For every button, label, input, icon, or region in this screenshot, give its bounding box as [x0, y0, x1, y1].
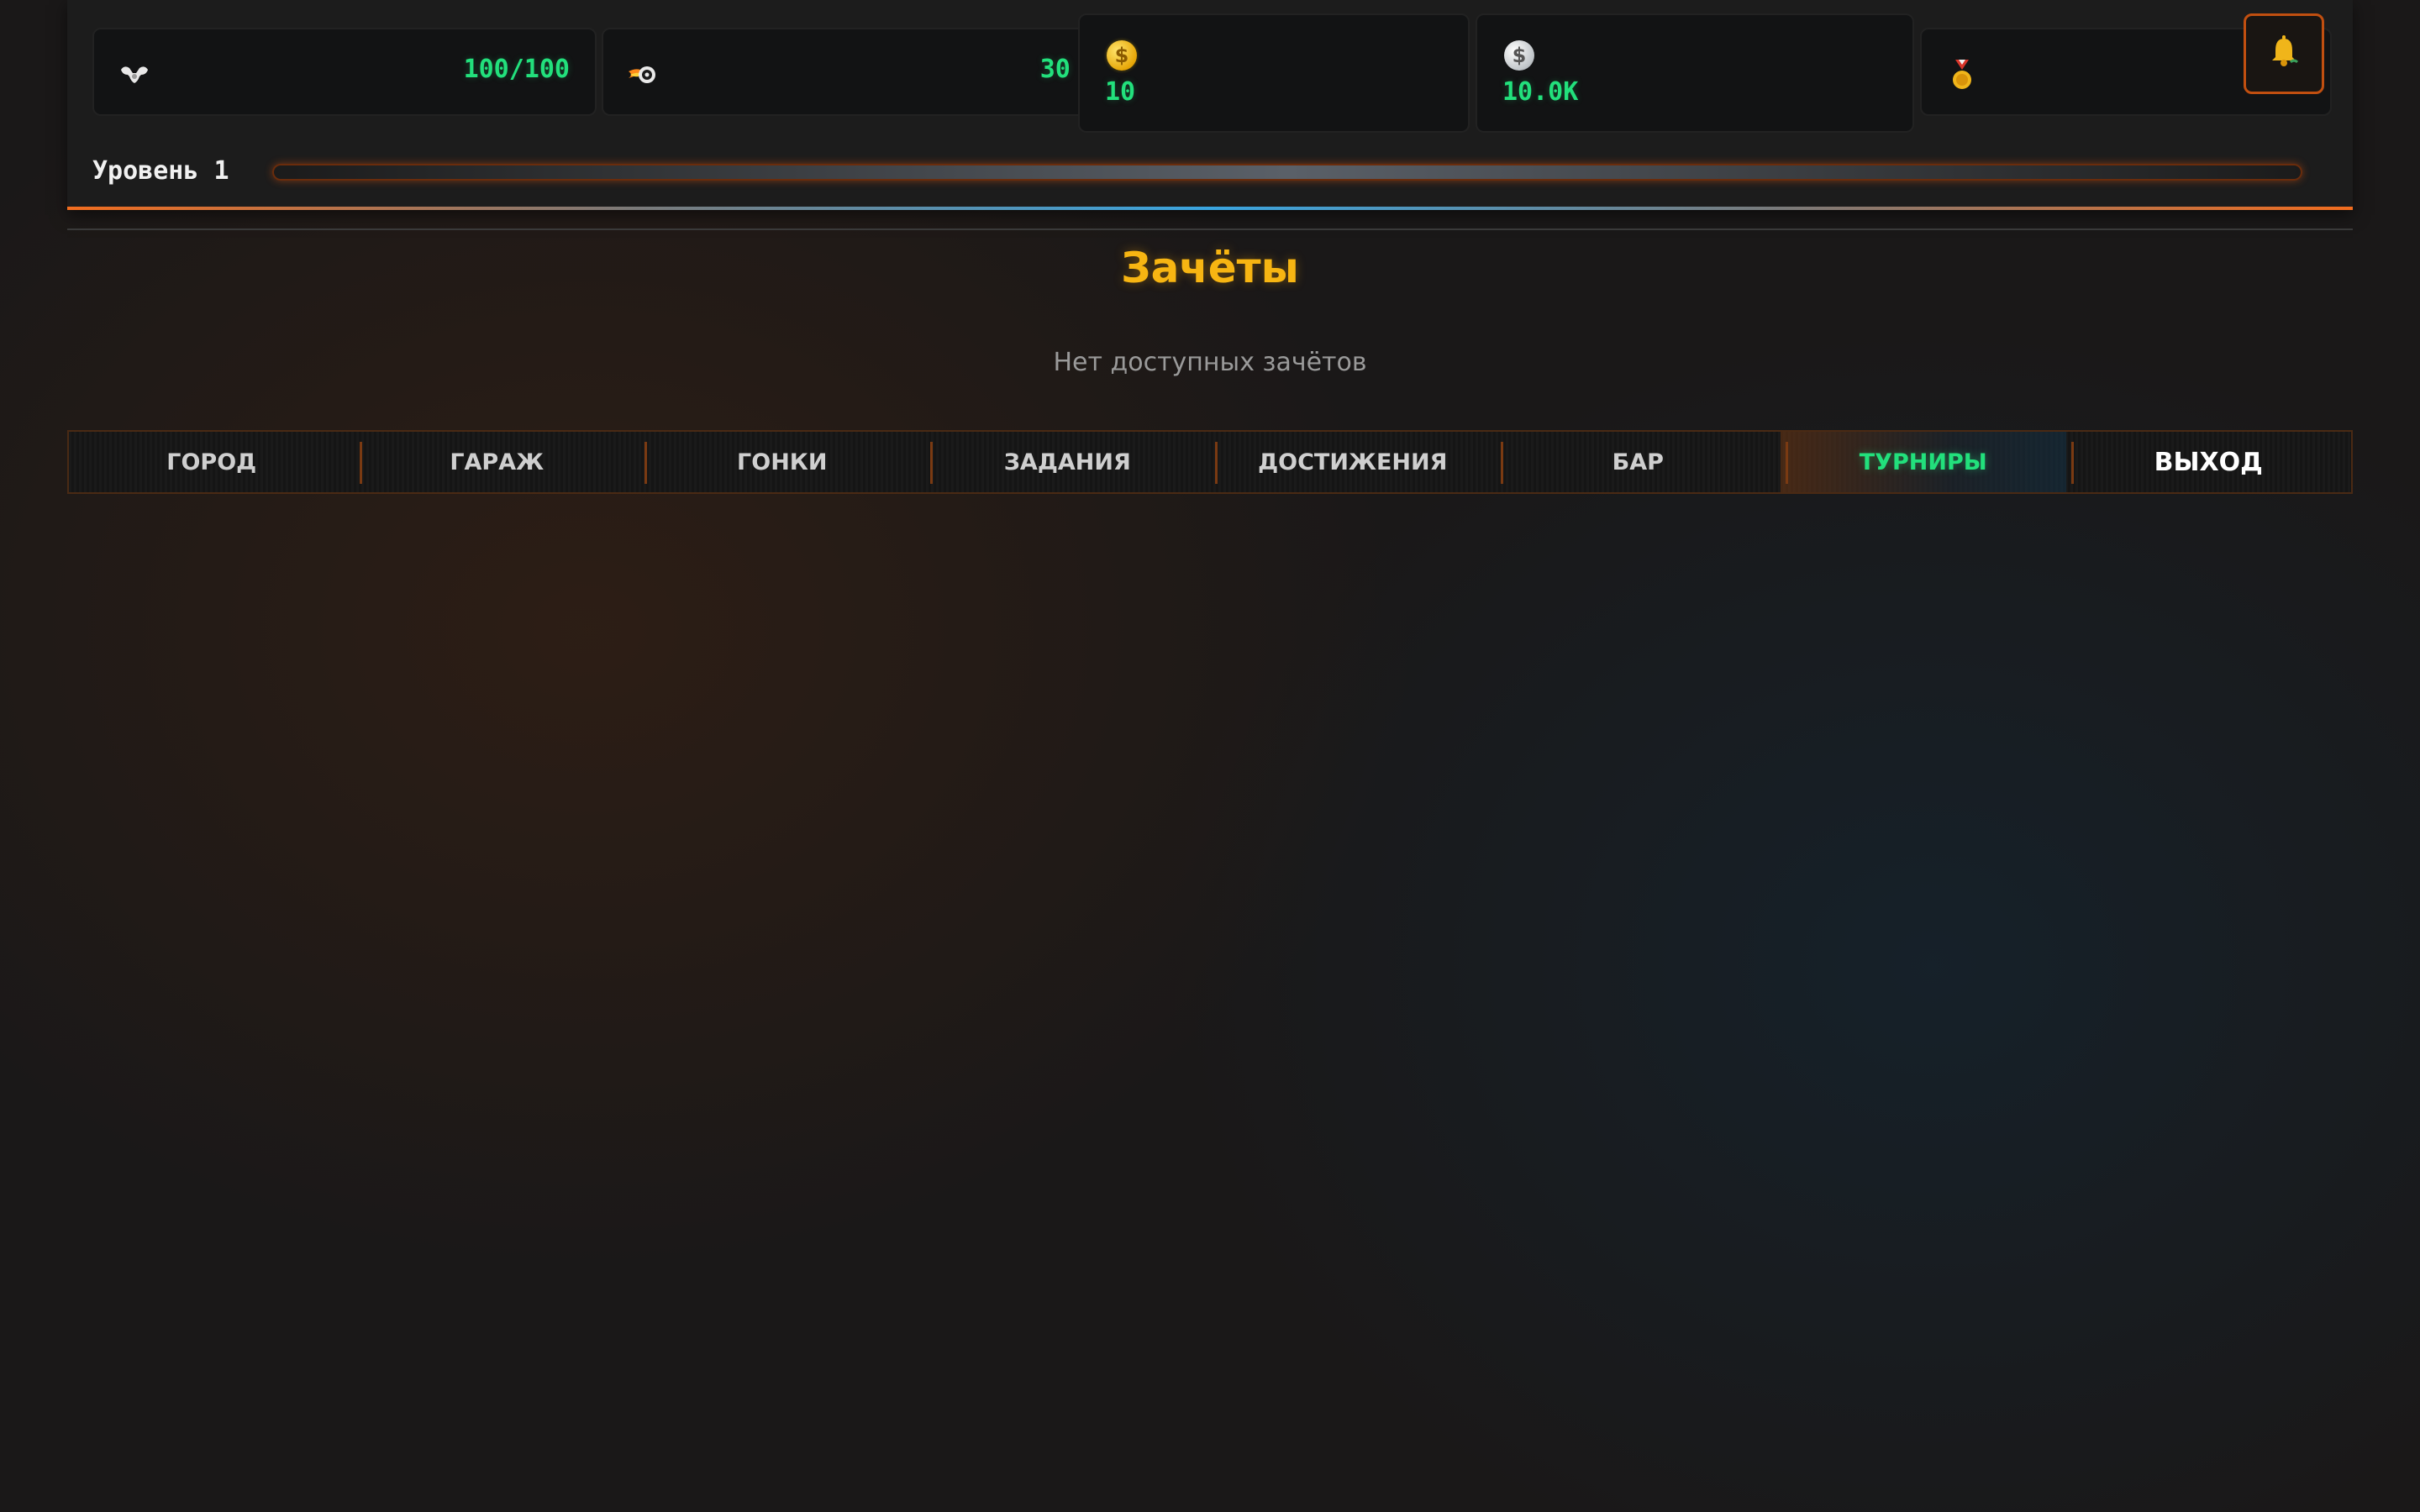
level-label: Уровень 1	[92, 156, 229, 186]
page-title: Зачёты	[1121, 244, 1299, 292]
nav-item-races[interactable]: ГОНКИ	[639, 432, 925, 492]
medal-icon	[1945, 58, 1979, 92]
energy-stat: 100/100	[92, 28, 597, 116]
gold-coin-icon: $	[1105, 39, 1139, 72]
gold-stat: $ 10	[1078, 13, 1470, 133]
gold-value: 10	[1105, 77, 1136, 107]
silver-coin-icon: $	[1502, 39, 1536, 72]
empty-state-message: Нет доступных зачётов	[1053, 348, 1367, 377]
notifications-button[interactable]	[2244, 13, 2324, 94]
content-divider	[67, 228, 2353, 230]
hud-header: 100/100 30 лс $ 10 $	[67, 0, 2353, 210]
energy-value: 100/100	[463, 55, 570, 84]
nav-item-city[interactable]: ГОРОД	[69, 432, 355, 492]
level-progress-bar	[272, 164, 2302, 181]
fire-wheel-icon	[627, 58, 660, 92]
nav-item-tournaments[interactable]: ТУРНИРЫ	[1781, 432, 2066, 492]
hud-divider	[67, 207, 2353, 210]
muscle-icon	[118, 58, 151, 92]
nav-item-garage[interactable]: ГАРАЖ	[355, 432, 640, 492]
nav-item-exit[interactable]: ВЫХОД	[2066, 432, 2352, 492]
nav-item-tasks[interactable]: ЗАДАНИЯ	[925, 432, 1211, 492]
nav-item-bar[interactable]: БАР	[1496, 432, 1781, 492]
game-app: 100/100 30 лс $ 10 $	[67, 0, 2353, 494]
power-stat: 30 лс	[602, 28, 1143, 116]
bottom-nav: ГОРОД ГАРАЖ ГОНКИ ЗАДАНИЯ ДОСТИЖЕНИЯ БАР…	[67, 430, 2353, 494]
bell-icon	[2265, 34, 2302, 74]
silver-stat: $ 10.0K	[1476, 13, 1914, 133]
silver-value: 10.0K	[1502, 77, 1579, 107]
nav-item-achievements[interactable]: ДОСТИЖЕНИЯ	[1210, 432, 1496, 492]
